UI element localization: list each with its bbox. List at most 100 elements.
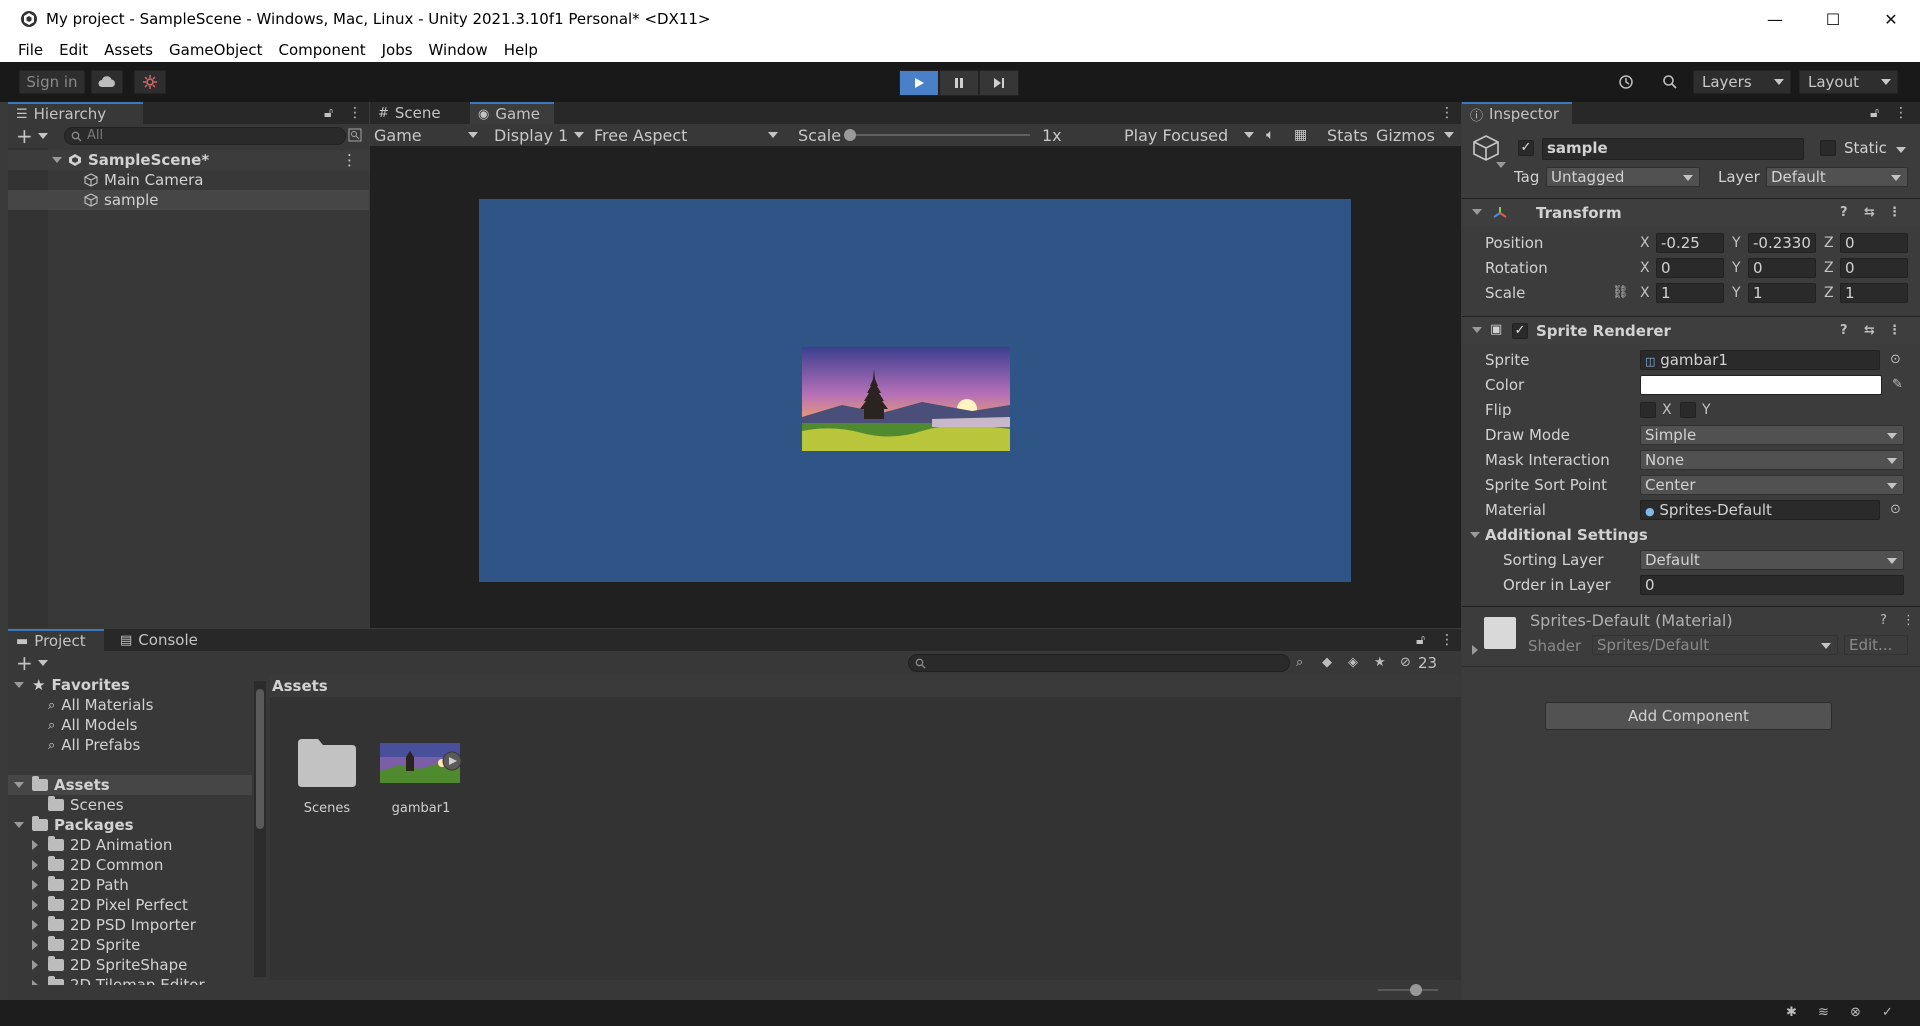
play-mode-dropdown[interactable]: Play Focused — [1124, 124, 1258, 146]
debug-mode-icon[interactable]: ✱ — [1786, 1005, 1797, 1020]
add-icon[interactable]: + — [16, 124, 33, 148]
folder-tree-scrollbar[interactable] — [254, 681, 266, 977]
menu-help[interactable]: Help — [496, 41, 546, 59]
more-options-icon[interactable]: ⋮ — [1888, 323, 1901, 338]
scale-x-field[interactable]: 1 — [1656, 283, 1724, 303]
step-button[interactable] — [979, 70, 1019, 96]
favorite-item-all-prefabs[interactable]: ⌕ All Prefabs — [8, 735, 252, 755]
scale-y-field[interactable]: 1 — [1748, 283, 1816, 303]
project-search-input[interactable] — [908, 654, 1290, 672]
help-icon[interactable]: ? — [1840, 205, 1848, 220]
undo-history-button[interactable] — [1610, 70, 1642, 94]
scale-slider[interactable] — [844, 124, 1030, 146]
assets-folder-row[interactable]: Assets — [8, 775, 252, 795]
draw-mode-dropdown[interactable]: Simple — [1640, 425, 1904, 445]
position-z-field[interactable]: 0 — [1840, 233, 1908, 253]
collapse-arrow-icon[interactable] — [14, 682, 24, 688]
package-item[interactable]: 2D PSD Importer — [8, 915, 252, 935]
slider-thumb[interactable] — [844, 129, 856, 141]
pause-button[interactable] — [939, 70, 979, 96]
position-y-field[interactable]: -0.2330 — [1748, 233, 1816, 253]
flip-y-checkbox[interactable] — [1680, 402, 1696, 418]
assets-breadcrumb[interactable]: Assets — [270, 675, 1461, 697]
lock-icon[interactable]: 🔓︎ — [1416, 632, 1425, 648]
collapse-arrow-icon[interactable] — [14, 782, 24, 788]
rotation-x-field[interactable]: 0 — [1656, 258, 1724, 278]
search-button[interactable] — [1654, 70, 1686, 94]
sprite-renderer-header[interactable]: ▣ ✓ Sprite Renderer ? ⇆ ⋮ — [1462, 316, 1920, 344]
menu-window[interactable]: Window — [421, 41, 496, 59]
progress-check-icon[interactable]: ✓ — [1882, 1005, 1893, 1020]
tab-scene[interactable]: # Scene — [370, 102, 470, 124]
help-icon[interactable]: ? — [1840, 323, 1848, 338]
package-item[interactable]: 2D Animation — [8, 835, 252, 855]
scene-row[interactable]: SampleScene* ⋮ — [8, 150, 369, 170]
collapse-arrow-icon[interactable] — [1472, 327, 1482, 333]
color-swatch-field[interactable] — [1640, 375, 1882, 395]
icon-size-slider-thumb[interactable] — [1410, 984, 1422, 996]
shortcuts-button[interactable]: ▦ — [1294, 124, 1307, 146]
more-options-icon[interactable]: ⋮ — [1440, 105, 1454, 121]
minimize-button[interactable]: — — [1746, 0, 1804, 38]
favorite-star-icon[interactable]: ★ — [1374, 655, 1386, 670]
maximize-button[interactable]: ☐ — [1804, 0, 1862, 38]
expand-arrow-icon[interactable] — [32, 880, 38, 890]
packages-folder-row[interactable]: Packages — [8, 815, 252, 835]
scale-z-field[interactable]: 1 — [1840, 283, 1908, 303]
layers-stack-icon[interactable]: ≋ — [1818, 1005, 1829, 1020]
folder-item-scenes[interactable]: Scenes — [8, 795, 252, 815]
mute-audio-button[interactable]: 🔈︎ — [1266, 124, 1274, 146]
menu-assets[interactable]: Assets — [96, 41, 161, 59]
cloud-button[interactable] — [91, 70, 123, 94]
close-window-button[interactable]: ✕ — [1862, 0, 1920, 38]
expand-arrow-icon[interactable] — [32, 840, 38, 850]
collapse-arrow-icon[interactable] — [14, 822, 24, 828]
hierarchy-search-input[interactable]: All — [64, 127, 346, 145]
network-off-icon[interactable]: ⊗ — [1850, 1005, 1861, 1020]
tag-dropdown[interactable]: Untagged — [1546, 167, 1700, 187]
menu-file[interactable]: File — [10, 41, 51, 59]
order-in-layer-field[interactable]: 0 — [1640, 575, 1904, 595]
collapse-arrow-icon[interactable] — [1470, 532, 1480, 538]
favorite-item-all-models[interactable]: ⌕ All Models — [8, 715, 252, 735]
favorites-row[interactable]: ★ Favorites — [8, 675, 252, 695]
expand-arrow-icon[interactable] — [1472, 645, 1478, 655]
asset-item-scenes[interactable]: Scenes — [282, 735, 372, 816]
game-canvas[interactable] — [479, 199, 1351, 582]
chevron-down-icon[interactable] — [38, 660, 48, 666]
lock-icon[interactable]: 🔓︎ — [324, 105, 333, 121]
expand-arrow-icon[interactable] — [32, 860, 38, 870]
add-icon[interactable]: + — [16, 651, 33, 675]
sign-in-button[interactable]: Sign in — [19, 70, 85, 94]
more-options-icon[interactable]: ⋮ — [348, 105, 362, 121]
sprite-object-field[interactable]: ◫ gambar1 — [1640, 350, 1880, 370]
material-object-field[interactable]: ● Sprites-Default — [1640, 500, 1880, 520]
hierarchy-item-sample[interactable]: sample — [8, 190, 369, 210]
tab-project[interactable]: ▬ Project — [8, 629, 104, 651]
asset-item-gambar1[interactable]: gambar1 — [376, 735, 466, 816]
icon-size-slider-track[interactable] — [1378, 989, 1438, 991]
expand-arrow-icon[interactable] — [32, 940, 38, 950]
search-by-scene-icon[interactable]: ⌕ — [1296, 655, 1303, 670]
edit-shader-button[interactable]: Edit... — [1844, 635, 1908, 655]
unlinked-scale-icon[interactable]: ⛓ — [1612, 285, 1629, 300]
hidden-packages-icon[interactable]: ⊘ — [1400, 655, 1411, 670]
mask-interaction-dropdown[interactable]: None — [1640, 450, 1904, 470]
tab-inspector[interactable]: ⓘ Inspector — [1462, 102, 1572, 124]
menu-jobs[interactable]: Jobs — [374, 41, 421, 59]
package-item[interactable]: 2D SpriteShape — [8, 955, 252, 975]
expand-arrow-icon[interactable] — [52, 157, 62, 163]
hierarchy-item-main-camera[interactable]: Main Camera — [8, 170, 369, 190]
scene-search-icon[interactable] — [348, 128, 362, 142]
help-icon[interactable]: ? — [1880, 613, 1887, 628]
add-component-button[interactable]: Add Component — [1545, 702, 1832, 730]
active-checkbox[interactable]: ✓ — [1518, 140, 1534, 156]
position-x-field[interactable]: -0.25 — [1656, 233, 1724, 253]
object-picker-icon[interactable]: ⊙ — [1890, 502, 1901, 517]
collapse-arrow-icon[interactable] — [1472, 209, 1482, 215]
filter-by-label-icon[interactable]: ◈ — [1348, 655, 1358, 670]
aspect-dropdown[interactable]: Free Aspect — [594, 124, 784, 146]
package-item[interactable]: 2D Sprite — [8, 935, 252, 955]
play-button[interactable] — [899, 70, 939, 96]
additional-settings-foldout[interactable]: Additional Settings — [1462, 523, 1920, 547]
